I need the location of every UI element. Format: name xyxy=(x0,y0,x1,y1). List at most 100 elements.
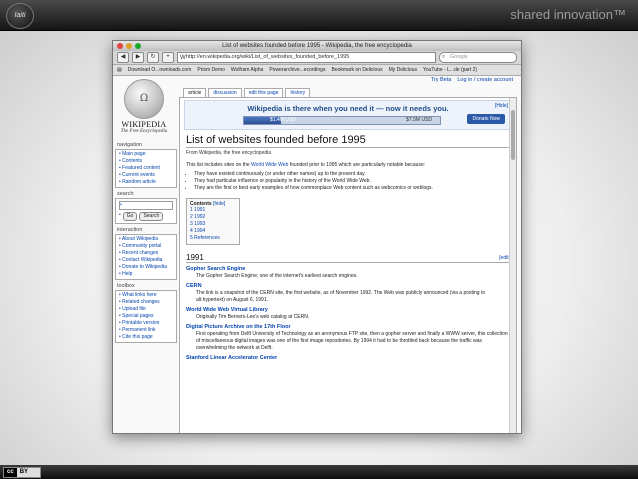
toc-entry[interactable]: 1 1991 xyxy=(190,207,236,214)
sidebar-item[interactable]: Featured content xyxy=(119,165,173,172)
search-input[interactable]: ⌕ Google xyxy=(439,52,517,63)
slide-footer: cc BY xyxy=(0,465,638,479)
entry-description: The Gopher Search Engine; one of the int… xyxy=(196,273,358,279)
fundraising-progress: $1.4M USD $7.5M USD xyxy=(243,116,441,125)
entry-description: The link is a snapshot of the CERN site,… xyxy=(196,290,486,303)
page-tabs: article discussion edit this page history xyxy=(183,88,311,97)
sidebar-item[interactable]: Cite this page xyxy=(119,334,173,341)
entries-list: Gopher Search Engine The Gopher Search En… xyxy=(180,266,516,361)
bookmark-item[interactable]: My Delicious xyxy=(389,67,417,73)
company-logo: Iaiti xyxy=(6,3,34,29)
bookmark-item[interactable]: Prism Demo xyxy=(197,67,225,73)
sidebar: navigation Main pageContentsFeatured con… xyxy=(115,139,177,343)
search-icon: ⌕ xyxy=(442,54,446,60)
toc-hide-link[interactable]: [hide] xyxy=(213,201,225,207)
scrollbar[interactable] xyxy=(509,98,516,433)
table-of-contents: Contents [hide] 1 1991 2 1992 3 1993 4 1994… xyxy=(186,198,240,245)
search-portlet: Go Search xyxy=(115,198,177,224)
forward-icon[interactable]: ▶ xyxy=(132,52,144,63)
goal-amount: $7.5M USD xyxy=(406,117,432,123)
entry-description: Originally Tim Berners-Lee's web catalog… xyxy=(196,314,310,320)
zoom-icon[interactable] xyxy=(135,43,141,49)
entry-description: First operating from Delft University of… xyxy=(196,331,508,351)
wikipedia-tagline: The Free Encyclopedia xyxy=(120,129,168,134)
sidebar-item[interactable]: About Wikipedia xyxy=(119,236,173,243)
tab-history[interactable]: history xyxy=(285,88,311,97)
wiki-search-input[interactable] xyxy=(119,201,173,210)
donate-button[interactable]: Donate Now xyxy=(467,114,505,124)
banner-text: Wikipedia is there when you need it — no… xyxy=(247,104,449,113)
wikipedia-wordmark: WIKIPEDIA xyxy=(121,120,167,129)
sidebar-item[interactable]: Contents xyxy=(119,158,173,165)
toc-entry[interactable]: 2 1992 xyxy=(190,214,236,221)
search-button[interactable]: Search xyxy=(139,212,164,221)
section-heading-1991: 1991 [edit] xyxy=(186,253,510,263)
criteria-item: They are the first or best early example… xyxy=(194,185,516,192)
entry-title[interactable]: CERN xyxy=(186,283,510,289)
bookmarks-icon[interactable]: ▤ xyxy=(117,67,122,73)
raised-amount: $1.4M USD xyxy=(270,117,296,123)
criteria-item: They have existed continuously (or under… xyxy=(194,171,516,178)
bookmark-item[interactable]: Bookmark on Delicious xyxy=(331,67,382,73)
sidebar-item[interactable]: Community portal xyxy=(119,243,173,250)
search-heading: search xyxy=(117,191,134,197)
entry-title[interactable]: Stanford Linear Accelerator Center xyxy=(186,355,510,361)
criteria-item: They had particular influence or popular… xyxy=(194,178,516,185)
entry-title[interactable]: World Wide Web Virtual Library xyxy=(186,307,510,313)
world-wide-web-link[interactable]: World Wide Web xyxy=(251,162,288,168)
minimize-icon[interactable] xyxy=(126,43,132,49)
sidebar-item[interactable]: Main page xyxy=(119,151,173,158)
sidebar-item[interactable]: Related changes xyxy=(119,299,173,306)
puzzle-globe-icon: Ω xyxy=(124,79,164,119)
toc-entry[interactable]: 3 1993 xyxy=(190,221,236,228)
interaction-portlet: About WikipediaCommunity portalRecent ch… xyxy=(115,234,177,280)
sidebar-item[interactable]: Upload file xyxy=(119,306,173,313)
sidebar-item[interactable]: Permanent link xyxy=(119,327,173,334)
toc-entry[interactable]: 4 1994 xyxy=(190,228,236,235)
reload-icon[interactable]: ↻ xyxy=(147,52,159,63)
sidebar-item[interactable]: Random article xyxy=(119,179,173,186)
bookmark-item[interactable]: Powerarchive...ecordings xyxy=(269,67,325,73)
sidebar-item[interactable]: Special pages xyxy=(119,313,173,320)
sidebar-item[interactable]: Contact Wikipedia xyxy=(119,257,173,264)
wikipedia-logo[interactable]: Ω WIKIPEDIA The Free Encyclopedia xyxy=(119,79,169,134)
bookmarks-bar: ▤ Download O...ownloads.com Prism Demo Wol… xyxy=(113,65,521,76)
sidebar-item[interactable]: What links here xyxy=(119,292,173,299)
toolbox-portlet: What links hereRelated changesUpload fil… xyxy=(115,290,177,343)
user-link[interactable]: Try Beta xyxy=(431,77,452,83)
intro-paragraph: This list includes sites on the World Wi… xyxy=(186,162,426,168)
url-input[interactable]: Whttp://en.wikipedia.org/wiki/List_of_we… xyxy=(177,52,436,63)
page-content: Try Beta Log in / create account article d… xyxy=(113,76,521,433)
user-links: Try Beta Log in / create account xyxy=(425,77,513,83)
bookmark-item[interactable]: Wolfram Alpha xyxy=(231,67,263,73)
tab-discussion[interactable]: discussion xyxy=(208,88,242,97)
browser-window: List of websites founded before 1995 - W… xyxy=(112,40,522,434)
sidebar-item[interactable]: Recent changes xyxy=(119,250,173,257)
interaction-heading: interaction xyxy=(117,227,143,233)
go-button[interactable]: Go xyxy=(122,212,138,221)
sidebar-item[interactable]: Donate to Wikipedia xyxy=(119,264,173,271)
add-bookmark-icon[interactable]: + xyxy=(162,52,174,63)
nav-heading: navigation xyxy=(117,142,143,148)
sidebar-item[interactable]: Current events xyxy=(119,172,173,179)
user-link[interactable]: Log in / create account xyxy=(457,77,513,83)
close-icon[interactable] xyxy=(117,43,123,49)
favicon-icon: W xyxy=(180,55,186,61)
cc-license-badge[interactable]: cc BY xyxy=(3,467,41,478)
slide-header: Iaiti shared innovation™ xyxy=(0,0,638,31)
bookmark-item[interactable]: Download O...ownloads.com xyxy=(128,67,192,73)
entry-title[interactable]: Gopher Search Engine xyxy=(186,266,510,272)
back-icon[interactable]: ◀ xyxy=(117,52,129,63)
sidebar-item[interactable]: Help xyxy=(119,271,173,278)
tab-article[interactable]: article xyxy=(183,88,207,97)
page-title: List of websites founded before 1995 xyxy=(186,134,510,148)
toc-entry[interactable]: 5 References xyxy=(190,235,236,242)
article-body: [Hide] Wikipedia is there when you need … xyxy=(179,97,517,433)
scrollbar-thumb[interactable] xyxy=(511,110,515,160)
entry-title[interactable]: Digital Picture Archive on the 17th Floo… xyxy=(186,324,510,330)
tab-edit-this-page[interactable]: edit this page xyxy=(243,88,284,97)
bookmark-item[interactable]: YouTube - L...de (part 2) xyxy=(423,67,477,73)
page-subtitle: From Wikipedia, the free encyclopedia xyxy=(186,150,272,156)
toolbox-heading: toolbox xyxy=(117,283,135,289)
sidebar-item[interactable]: Printable version xyxy=(119,320,173,327)
